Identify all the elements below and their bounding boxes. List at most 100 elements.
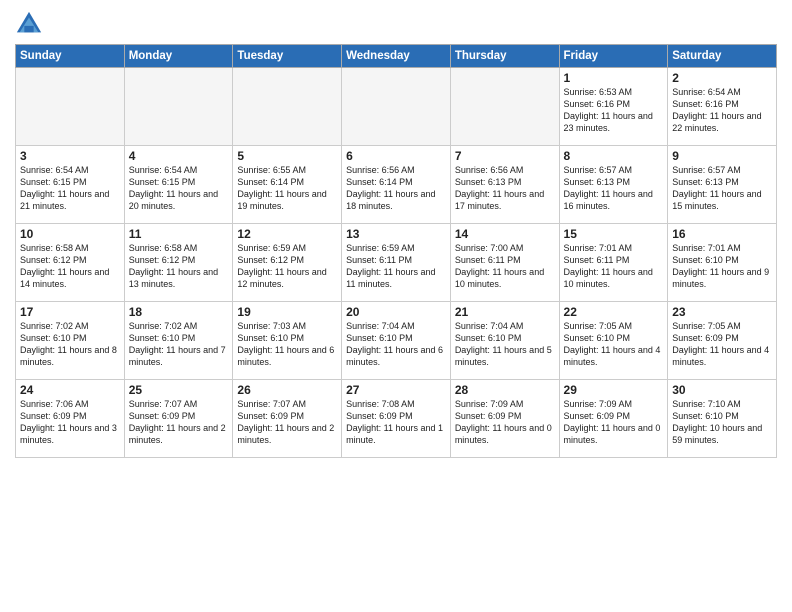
day-info: Sunrise: 7:09 AM Sunset: 6:09 PM Dayligh… xyxy=(564,398,664,447)
calendar-cell: 9Sunrise: 6:57 AM Sunset: 6:13 PM Daylig… xyxy=(668,146,777,224)
calendar-cell: 20Sunrise: 7:04 AM Sunset: 6:10 PM Dayli… xyxy=(342,302,451,380)
day-number: 3 xyxy=(20,149,120,163)
calendar-cell xyxy=(16,68,125,146)
calendar-cell: 22Sunrise: 7:05 AM Sunset: 6:10 PM Dayli… xyxy=(559,302,668,380)
day-number: 23 xyxy=(672,305,772,319)
calendar-cell: 1Sunrise: 6:53 AM Sunset: 6:16 PM Daylig… xyxy=(559,68,668,146)
day-info: Sunrise: 6:56 AM Sunset: 6:13 PM Dayligh… xyxy=(455,164,555,213)
calendar-table: SundayMondayTuesdayWednesdayThursdayFrid… xyxy=(15,44,777,458)
day-info: Sunrise: 7:07 AM Sunset: 6:09 PM Dayligh… xyxy=(129,398,229,447)
calendar-cell: 10Sunrise: 6:58 AM Sunset: 6:12 PM Dayli… xyxy=(16,224,125,302)
calendar-header-row: SundayMondayTuesdayWednesdayThursdayFrid… xyxy=(16,45,777,68)
calendar-cell: 3Sunrise: 6:54 AM Sunset: 6:15 PM Daylig… xyxy=(16,146,125,224)
calendar-cell: 4Sunrise: 6:54 AM Sunset: 6:15 PM Daylig… xyxy=(124,146,233,224)
day-info: Sunrise: 7:01 AM Sunset: 6:10 PM Dayligh… xyxy=(672,242,772,291)
calendar-cell: 30Sunrise: 7:10 AM Sunset: 6:10 PM Dayli… xyxy=(668,380,777,458)
day-number: 26 xyxy=(237,383,337,397)
day-info: Sunrise: 6:59 AM Sunset: 6:11 PM Dayligh… xyxy=(346,242,446,291)
day-number: 28 xyxy=(455,383,555,397)
day-number: 21 xyxy=(455,305,555,319)
day-number: 19 xyxy=(237,305,337,319)
day-info: Sunrise: 6:58 AM Sunset: 6:12 PM Dayligh… xyxy=(129,242,229,291)
calendar-cell: 12Sunrise: 6:59 AM Sunset: 6:12 PM Dayli… xyxy=(233,224,342,302)
day-info: Sunrise: 7:03 AM Sunset: 6:10 PM Dayligh… xyxy=(237,320,337,369)
day-info: Sunrise: 6:54 AM Sunset: 6:15 PM Dayligh… xyxy=(20,164,120,213)
day-info: Sunrise: 6:54 AM Sunset: 6:16 PM Dayligh… xyxy=(672,86,772,135)
day-info: Sunrise: 7:00 AM Sunset: 6:11 PM Dayligh… xyxy=(455,242,555,291)
day-info: Sunrise: 6:56 AM Sunset: 6:14 PM Dayligh… xyxy=(346,164,446,213)
day-number: 7 xyxy=(455,149,555,163)
day-number: 29 xyxy=(564,383,664,397)
day-number: 24 xyxy=(20,383,120,397)
day-info: Sunrise: 7:02 AM Sunset: 6:10 PM Dayligh… xyxy=(129,320,229,369)
calendar-cell: 11Sunrise: 6:58 AM Sunset: 6:12 PM Dayli… xyxy=(124,224,233,302)
day-number: 4 xyxy=(129,149,229,163)
day-info: Sunrise: 6:59 AM Sunset: 6:12 PM Dayligh… xyxy=(237,242,337,291)
day-info: Sunrise: 7:04 AM Sunset: 6:10 PM Dayligh… xyxy=(346,320,446,369)
header xyxy=(15,10,777,38)
calendar-week-2: 10Sunrise: 6:58 AM Sunset: 6:12 PM Dayli… xyxy=(16,224,777,302)
calendar-cell: 19Sunrise: 7:03 AM Sunset: 6:10 PM Dayli… xyxy=(233,302,342,380)
calendar-week-4: 24Sunrise: 7:06 AM Sunset: 6:09 PM Dayli… xyxy=(16,380,777,458)
calendar-cell: 21Sunrise: 7:04 AM Sunset: 6:10 PM Dayli… xyxy=(450,302,559,380)
logo xyxy=(15,10,47,38)
calendar-cell: 16Sunrise: 7:01 AM Sunset: 6:10 PM Dayli… xyxy=(668,224,777,302)
calendar-cell: 25Sunrise: 7:07 AM Sunset: 6:09 PM Dayli… xyxy=(124,380,233,458)
calendar-cell: 13Sunrise: 6:59 AM Sunset: 6:11 PM Dayli… xyxy=(342,224,451,302)
day-number: 9 xyxy=(672,149,772,163)
day-info: Sunrise: 6:58 AM Sunset: 6:12 PM Dayligh… xyxy=(20,242,120,291)
day-number: 27 xyxy=(346,383,446,397)
day-number: 6 xyxy=(346,149,446,163)
day-number: 18 xyxy=(129,305,229,319)
weekday-header-wednesday: Wednesday xyxy=(342,45,451,68)
day-info: Sunrise: 7:04 AM Sunset: 6:10 PM Dayligh… xyxy=(455,320,555,369)
calendar-cell: 24Sunrise: 7:06 AM Sunset: 6:09 PM Dayli… xyxy=(16,380,125,458)
calendar-cell: 2Sunrise: 6:54 AM Sunset: 6:16 PM Daylig… xyxy=(668,68,777,146)
day-number: 8 xyxy=(564,149,664,163)
calendar-cell xyxy=(124,68,233,146)
weekday-header-sunday: Sunday xyxy=(16,45,125,68)
day-info: Sunrise: 7:06 AM Sunset: 6:09 PM Dayligh… xyxy=(20,398,120,447)
day-number: 16 xyxy=(672,227,772,241)
calendar-week-1: 3Sunrise: 6:54 AM Sunset: 6:15 PM Daylig… xyxy=(16,146,777,224)
logo-icon xyxy=(15,10,43,38)
calendar-cell: 8Sunrise: 6:57 AM Sunset: 6:13 PM Daylig… xyxy=(559,146,668,224)
calendar-week-3: 17Sunrise: 7:02 AM Sunset: 6:10 PM Dayli… xyxy=(16,302,777,380)
weekday-header-thursday: Thursday xyxy=(450,45,559,68)
calendar-cell: 17Sunrise: 7:02 AM Sunset: 6:10 PM Dayli… xyxy=(16,302,125,380)
calendar-cell: 27Sunrise: 7:08 AM Sunset: 6:09 PM Dayli… xyxy=(342,380,451,458)
weekday-header-monday: Monday xyxy=(124,45,233,68)
day-number: 14 xyxy=(455,227,555,241)
day-number: 12 xyxy=(237,227,337,241)
weekday-header-friday: Friday xyxy=(559,45,668,68)
calendar-cell: 18Sunrise: 7:02 AM Sunset: 6:10 PM Dayli… xyxy=(124,302,233,380)
day-number: 17 xyxy=(20,305,120,319)
day-number: 30 xyxy=(672,383,772,397)
calendar-cell: 7Sunrise: 6:56 AM Sunset: 6:13 PM Daylig… xyxy=(450,146,559,224)
calendar-cell xyxy=(342,68,451,146)
day-number: 5 xyxy=(237,149,337,163)
day-number: 10 xyxy=(20,227,120,241)
day-number: 11 xyxy=(129,227,229,241)
day-number: 2 xyxy=(672,71,772,85)
calendar-cell: 14Sunrise: 7:00 AM Sunset: 6:11 PM Dayli… xyxy=(450,224,559,302)
calendar-cell xyxy=(450,68,559,146)
page-container: SundayMondayTuesdayWednesdayThursdayFrid… xyxy=(0,0,792,466)
day-info: Sunrise: 6:54 AM Sunset: 6:15 PM Dayligh… xyxy=(129,164,229,213)
day-info: Sunrise: 7:05 AM Sunset: 6:09 PM Dayligh… xyxy=(672,320,772,369)
calendar-cell: 29Sunrise: 7:09 AM Sunset: 6:09 PM Dayli… xyxy=(559,380,668,458)
day-number: 13 xyxy=(346,227,446,241)
day-number: 22 xyxy=(564,305,664,319)
day-info: Sunrise: 6:53 AM Sunset: 6:16 PM Dayligh… xyxy=(564,86,664,135)
calendar-cell xyxy=(233,68,342,146)
day-number: 15 xyxy=(564,227,664,241)
calendar-week-0: 1Sunrise: 6:53 AM Sunset: 6:16 PM Daylig… xyxy=(16,68,777,146)
day-number: 25 xyxy=(129,383,229,397)
day-info: Sunrise: 7:09 AM Sunset: 6:09 PM Dayligh… xyxy=(455,398,555,447)
day-number: 20 xyxy=(346,305,446,319)
day-number: 1 xyxy=(564,71,664,85)
calendar-cell: 5Sunrise: 6:55 AM Sunset: 6:14 PM Daylig… xyxy=(233,146,342,224)
day-info: Sunrise: 7:07 AM Sunset: 6:09 PM Dayligh… xyxy=(237,398,337,447)
day-info: Sunrise: 7:10 AM Sunset: 6:10 PM Dayligh… xyxy=(672,398,772,447)
day-info: Sunrise: 7:02 AM Sunset: 6:10 PM Dayligh… xyxy=(20,320,120,369)
